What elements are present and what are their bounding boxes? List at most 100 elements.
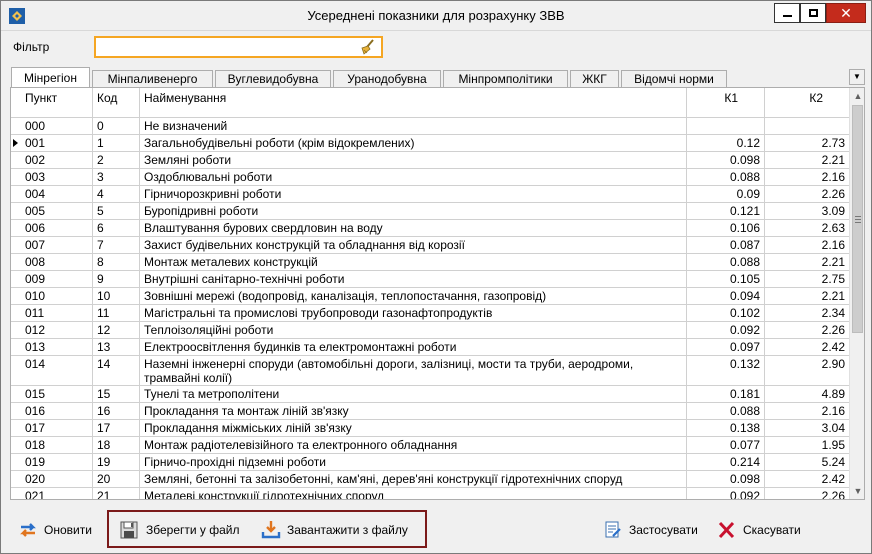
table-row[interactable]: 004 4 Гірничорозкривні роботи 0.09 2.26 — [11, 186, 849, 203]
cell-k2[interactable]: 3.09 — [765, 203, 849, 219]
table-row[interactable]: 012 12 Теплоізоляційні роботи 0.092 2.26 — [11, 322, 849, 339]
cell-k1[interactable] — [687, 118, 765, 134]
cell-punkt[interactable]: 003 — [21, 169, 93, 185]
header-kod[interactable]: Код — [93, 88, 140, 118]
cell-k2[interactable]: 2.16 — [765, 169, 849, 185]
filter-field[interactable] — [94, 36, 383, 58]
table-row[interactable]: 021 21 Металеві конструкції гідротехнічних… — [11, 488, 849, 499]
table-row[interactable]: 011 11 Магістральні та промислові трубопро… — [11, 305, 849, 322]
cell-k1[interactable]: 0.102 — [687, 305, 765, 321]
cell-name[interactable]: Зовнішні мережі (водопровід, каналізація… — [140, 288, 687, 304]
cell-punkt[interactable]: 019 — [21, 454, 93, 470]
cell-k1[interactable]: 0.094 — [687, 288, 765, 304]
cell-kod[interactable]: 16 — [93, 403, 140, 419]
cell-punkt[interactable]: 020 — [21, 471, 93, 487]
cell-kod[interactable]: 14 — [93, 356, 140, 385]
load-from-file-button[interactable]: Завантажити з файлу — [260, 517, 408, 543]
table-row[interactable]: 018 18 Монтаж радіотелевізійного та електр… — [11, 437, 849, 454]
table-row[interactable]: 000 0 Не визначений — [11, 118, 849, 135]
cell-name[interactable]: Монтаж радіотелевізійного та електронног… — [140, 437, 687, 453]
cell-punkt[interactable]: 015 — [21, 386, 93, 402]
cell-k2[interactable]: 2.21 — [765, 288, 849, 304]
cell-k1[interactable]: 0.181 — [687, 386, 765, 402]
cell-punkt[interactable]: 002 — [21, 152, 93, 168]
cell-punkt[interactable]: 007 — [21, 237, 93, 253]
header-k2[interactable]: К2 — [765, 88, 849, 118]
scroll-up-icon[interactable]: ▲ — [850, 88, 864, 104]
cell-punkt[interactable]: 009 — [21, 271, 93, 287]
cell-kod[interactable]: 4 — [93, 186, 140, 202]
cell-kod[interactable]: 18 — [93, 437, 140, 453]
table-row[interactable]: 001 1 Загальнобудівельні роботи (крім відо… — [11, 135, 849, 152]
cell-k2[interactable]: 2.26 — [765, 186, 849, 202]
cell-kod[interactable]: 6 — [93, 220, 140, 236]
save-to-file-button[interactable]: Зберегти у файл — [119, 517, 240, 543]
cell-k1[interactable]: 0.106 — [687, 220, 765, 236]
cell-name[interactable]: Наземні інженерні споруди (автомобільні … — [140, 356, 687, 385]
cell-punkt[interactable]: 013 — [21, 339, 93, 355]
cell-kod[interactable]: 7 — [93, 237, 140, 253]
cell-kod[interactable]: 12 — [93, 322, 140, 338]
table-row[interactable]: 009 9 Внутрішні санітарно-технічні роботи 0… — [11, 271, 849, 288]
cell-k2[interactable]: 2.75 — [765, 271, 849, 287]
cell-k2[interactable]: 2.21 — [765, 152, 849, 168]
table-row[interactable]: 008 8 Монтаж металевих конструкцій 0.088 2.2… — [11, 254, 849, 271]
cell-kod[interactable]: 13 — [93, 339, 140, 355]
cell-kod[interactable]: 3 — [93, 169, 140, 185]
cell-punkt[interactable]: 017 — [21, 420, 93, 436]
scroll-down-icon[interactable]: ▼ — [850, 483, 864, 499]
cell-name[interactable]: Монтаж металевих конструкцій — [140, 254, 687, 270]
cell-k1[interactable]: 0.12 — [687, 135, 765, 151]
header-punkt[interactable]: Пункт — [21, 88, 93, 118]
cell-kod[interactable]: 9 — [93, 271, 140, 287]
cell-name[interactable]: Влаштування бурових свердловин на воду — [140, 220, 687, 236]
cell-k1[interactable]: 0.088 — [687, 254, 765, 270]
cell-name[interactable]: Гірничорозкривні роботи — [140, 186, 687, 202]
tabs-dropdown-button[interactable]: ▼ — [849, 69, 865, 85]
cell-punkt[interactable]: 021 — [21, 488, 93, 499]
cell-k1[interactable]: 0.098 — [687, 152, 765, 168]
cell-k2[interactable]: 3.04 — [765, 420, 849, 436]
close-button[interactable]: ✕ — [826, 3, 866, 23]
cell-k1[interactable]: 0.132 — [687, 356, 765, 385]
cell-punkt[interactable]: 008 — [21, 254, 93, 270]
cell-punkt[interactable]: 011 — [21, 305, 93, 321]
cell-k2[interactable]: 2.26 — [765, 488, 849, 499]
table-row[interactable]: 019 19 Гірничо-прохідні підземні роботи 0.2… — [11, 454, 849, 471]
apply-button[interactable]: Застосувати — [602, 517, 698, 543]
table-row[interactable]: 002 2 Земляні роботи 0.098 2.21 — [11, 152, 849, 169]
cell-k1[interactable]: 0.121 — [687, 203, 765, 219]
vertical-scrollbar[interactable]: ▲ ▼ — [849, 88, 864, 499]
cell-k2[interactable]: 4.89 — [765, 386, 849, 402]
cell-name[interactable]: Теплоізоляційні роботи — [140, 322, 687, 338]
cell-k2[interactable]: 2.16 — [765, 403, 849, 419]
cell-k2[interactable]: 2.42 — [765, 471, 849, 487]
cell-name[interactable]: Тунелі та метрополітени — [140, 386, 687, 402]
table-row[interactable]: 020 20 Земляні, бетонні та залізобетонні, … — [11, 471, 849, 488]
cell-kod[interactable]: 1 — [93, 135, 140, 151]
cell-k1[interactable]: 0.097 — [687, 339, 765, 355]
table-row[interactable]: 015 15 Тунелі та метрополітени 0.181 4.89 — [11, 386, 849, 403]
maximize-button[interactable] — [800, 3, 826, 23]
table-row[interactable]: 006 6 Влаштування бурових свердловин на во… — [11, 220, 849, 237]
cell-k2[interactable]: 2.16 — [765, 237, 849, 253]
cell-k2[interactable]: 2.26 — [765, 322, 849, 338]
cell-k1[interactable]: 0.087 — [687, 237, 765, 253]
filter-input[interactable] — [96, 38, 356, 56]
cell-k2[interactable]: 2.63 — [765, 220, 849, 236]
cell-kod[interactable]: 20 — [93, 471, 140, 487]
table-row[interactable]: 014 14 Наземні інженерні споруди (автомобі… — [11, 356, 849, 386]
cell-name[interactable]: Гірничо-прохідні підземні роботи — [140, 454, 687, 470]
cell-punkt[interactable]: 018 — [21, 437, 93, 453]
cell-kod[interactable]: 0 — [93, 118, 140, 134]
cell-name[interactable]: Не визначений — [140, 118, 687, 134]
cell-name[interactable]: Захист будівельних конструкцій та обладн… — [140, 237, 687, 253]
broom-clear-icon[interactable] — [359, 39, 377, 55]
cell-k1[interactable]: 0.09 — [687, 186, 765, 202]
cell-k1[interactable]: 0.088 — [687, 403, 765, 419]
cell-k1[interactable]: 0.098 — [687, 471, 765, 487]
cell-name[interactable]: Земляні роботи — [140, 152, 687, 168]
cell-punkt[interactable]: 010 — [21, 288, 93, 304]
cell-k2[interactable]: 1.95 — [765, 437, 849, 453]
cell-punkt[interactable]: 000 — [21, 118, 93, 134]
